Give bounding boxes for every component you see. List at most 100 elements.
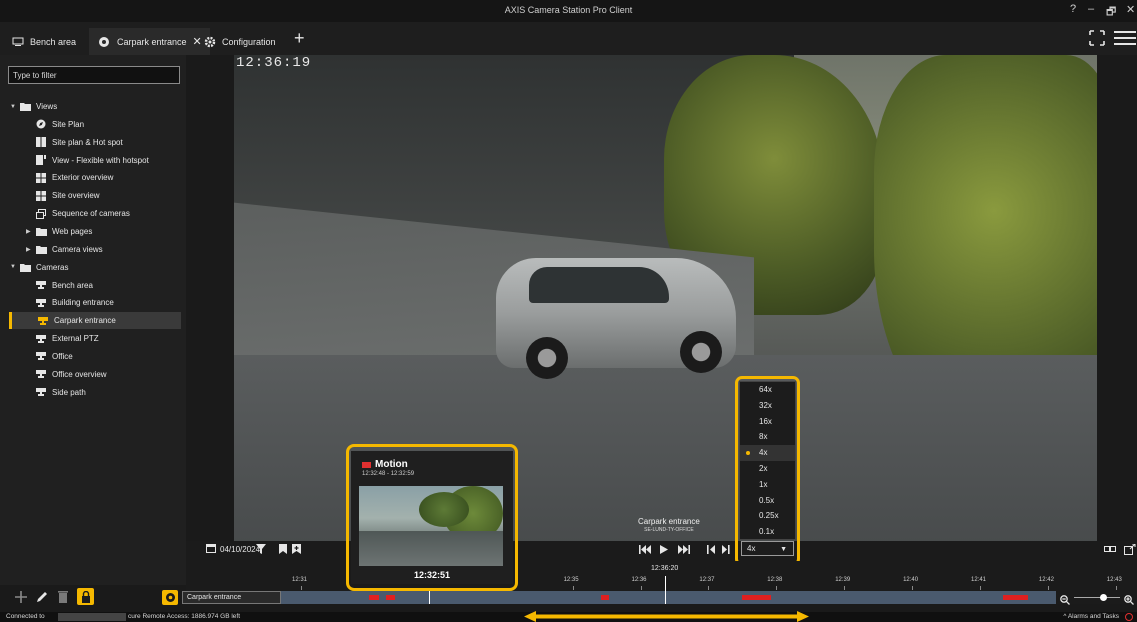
sidebar-item-camera-views[interactable]: ▶ Camera views xyxy=(10,241,182,258)
sidebar-item-cameras[interactable]: ▼ Cameras xyxy=(10,259,182,276)
hamburger-menu-icon[interactable] xyxy=(1114,30,1136,51)
sidebar-item-site-overview[interactable]: Site overview xyxy=(10,187,182,204)
minimize-button[interactable]: – xyxy=(1088,3,1094,15)
tick-mark xyxy=(844,586,846,590)
gear-icon xyxy=(204,36,216,48)
alarm-indicator-icon xyxy=(1125,613,1133,621)
sidebar-item-sequence-of-cameras[interactable]: Sequence of cameras xyxy=(10,205,182,222)
motion-event-marker[interactable] xyxy=(385,595,395,600)
sidebar-item-view-flexible-with-hotspot[interactable]: View - Flexible with hotspot xyxy=(10,152,182,169)
date-picker[interactable]: 04/10/2024 xyxy=(206,543,260,555)
sidebar-item-label: Office overview xyxy=(52,369,107,379)
skip-to-start-icon[interactable] xyxy=(639,545,651,556)
sidebar-item-office[interactable]: Office xyxy=(10,348,182,365)
speed-highlight-frame xyxy=(735,376,800,566)
redacted-server xyxy=(58,613,126,621)
tick-label: 12:38 xyxy=(767,577,783,583)
chevron-down-icon[interactable]: ▼ xyxy=(10,264,20,270)
zoom-slider-handle[interactable] xyxy=(1100,594,1107,601)
sidebar-item-office-overview[interactable]: Office overview xyxy=(10,366,182,383)
fullscreen-icon[interactable] xyxy=(1089,30,1105,51)
play-icon[interactable] xyxy=(660,545,668,556)
motion-event-marker[interactable] xyxy=(600,595,609,600)
motion-event-marker[interactable] xyxy=(1002,595,1028,600)
previous-event-icon[interactable] xyxy=(707,545,716,556)
sidebar-item-label: Site overview xyxy=(52,191,100,201)
sidebar-item-site-plan[interactable]: Site Plan xyxy=(10,116,182,133)
tab-bench-area[interactable]: Bench area xyxy=(4,28,84,55)
chevron-right-icon[interactable]: ▶ xyxy=(26,228,36,235)
split-view-icon[interactable] xyxy=(1104,544,1116,556)
tab-carpark-entrance[interactable]: Carpark entrance ✕ xyxy=(89,28,210,55)
sidebar-item-site-plan-hot-spot[interactable]: Site plan & Hot spot xyxy=(10,134,182,151)
sidebar-item-label: Sequence of cameras xyxy=(52,209,130,219)
pop-out-icon[interactable] xyxy=(1124,543,1136,557)
zoom-out-icon[interactable] xyxy=(1060,592,1070,610)
chevron-down-icon[interactable]: ▼ xyxy=(10,104,20,110)
sidebar-item-carpark-entrance[interactable]: Carpark entrance xyxy=(9,312,181,330)
app-window: AXIS Camera Station Pro Client ? – 🗗 ✕ B… xyxy=(0,0,1137,622)
track-camera-label: Carpark entrance xyxy=(182,591,281,604)
skip-to-end-icon[interactable] xyxy=(678,545,690,556)
sidebar-item-building-entrance[interactable]: Building entrance xyxy=(10,294,182,311)
delete-icon[interactable] xyxy=(57,590,69,607)
zoom-slider[interactable] xyxy=(1074,597,1120,598)
tab-label: Carpark entrance xyxy=(117,36,187,47)
camera-track-icon[interactable] xyxy=(162,590,178,605)
lock-icon[interactable] xyxy=(77,588,94,605)
alarms-and-tasks-button[interactable]: ^ Alarms and Tasks xyxy=(1063,613,1119,620)
sidebar-item-label: Exterior overview xyxy=(52,173,114,183)
sidebar-item-label: Office xyxy=(52,351,73,361)
title-bar: AXIS Camera Station Pro Client ? – 🗗 ✕ xyxy=(0,0,1137,22)
tick-label: 12:31 xyxy=(292,577,308,583)
next-event-icon[interactable] xyxy=(722,545,731,556)
tick-mark xyxy=(1047,586,1049,590)
view-icon xyxy=(36,137,50,148)
timeline-zoom xyxy=(1056,591,1137,605)
sidebar-item-external-ptz[interactable]: External PTZ xyxy=(10,330,182,347)
edit-icon[interactable] xyxy=(35,590,49,607)
date-value: 04/10/2024 xyxy=(220,544,261,554)
add-icon[interactable] xyxy=(14,590,28,607)
sidebar-item-exterior-overview[interactable]: Exterior overview xyxy=(10,169,182,186)
add-bookmark-icon[interactable] xyxy=(292,544,301,556)
sidebar-item-views[interactable]: ▼ Views xyxy=(10,98,182,115)
camera-icon xyxy=(36,369,50,379)
view-icon xyxy=(36,119,50,129)
sidebar-item-bench-area[interactable]: Bench area xyxy=(10,277,182,294)
tab-configuration[interactable]: Configuration xyxy=(196,28,284,55)
motion-event-marker[interactable] xyxy=(368,595,380,600)
sidebar-item-side-path[interactable]: Side path xyxy=(10,384,182,401)
close-window-button[interactable]: ✕ xyxy=(1126,3,1135,16)
add-tab-button[interactable]: + xyxy=(294,28,305,49)
tick-label: 12:39 xyxy=(835,577,851,583)
sidebar-item-label: Building entrance xyxy=(52,298,114,308)
tick-label: 12:41 xyxy=(971,577,987,583)
zoom-in-icon[interactable] xyxy=(1124,592,1134,610)
sidebar-item-label: Web pages xyxy=(52,226,93,236)
sidebar-item-label: Camera views xyxy=(52,244,103,254)
sidebar-item-label: Bench area xyxy=(52,280,93,290)
folder-icon xyxy=(36,227,50,236)
bookmark-icon[interactable] xyxy=(279,544,287,556)
sidebar-item-label: View - Flexible with hotspot xyxy=(52,155,149,165)
tick-mark xyxy=(1115,586,1117,590)
filter-input[interactable] xyxy=(8,66,180,84)
folder-icon xyxy=(20,263,34,272)
motion-event-marker[interactable] xyxy=(742,595,771,600)
camera-icon xyxy=(36,351,50,361)
monitor-icon xyxy=(12,37,24,47)
connection-status: Connected to xyxy=(6,613,45,620)
chevron-right-icon[interactable]: ▶ xyxy=(26,246,36,253)
camera-icon xyxy=(36,334,50,344)
playhead[interactable] xyxy=(665,576,666,604)
restore-button[interactable]: 🗗 xyxy=(1106,3,1116,22)
tick-label: 12:40 xyxy=(903,577,919,583)
folder-icon xyxy=(20,102,34,111)
sidebar-item-web-pages[interactable]: ▶ Web pages xyxy=(10,223,182,240)
recording-track[interactable] xyxy=(281,591,1056,604)
sidebar-item-label: Cameras xyxy=(36,262,69,272)
tick-mark xyxy=(776,586,778,590)
filter-icon[interactable] xyxy=(256,544,266,556)
help-button[interactable]: ? xyxy=(1070,3,1076,15)
